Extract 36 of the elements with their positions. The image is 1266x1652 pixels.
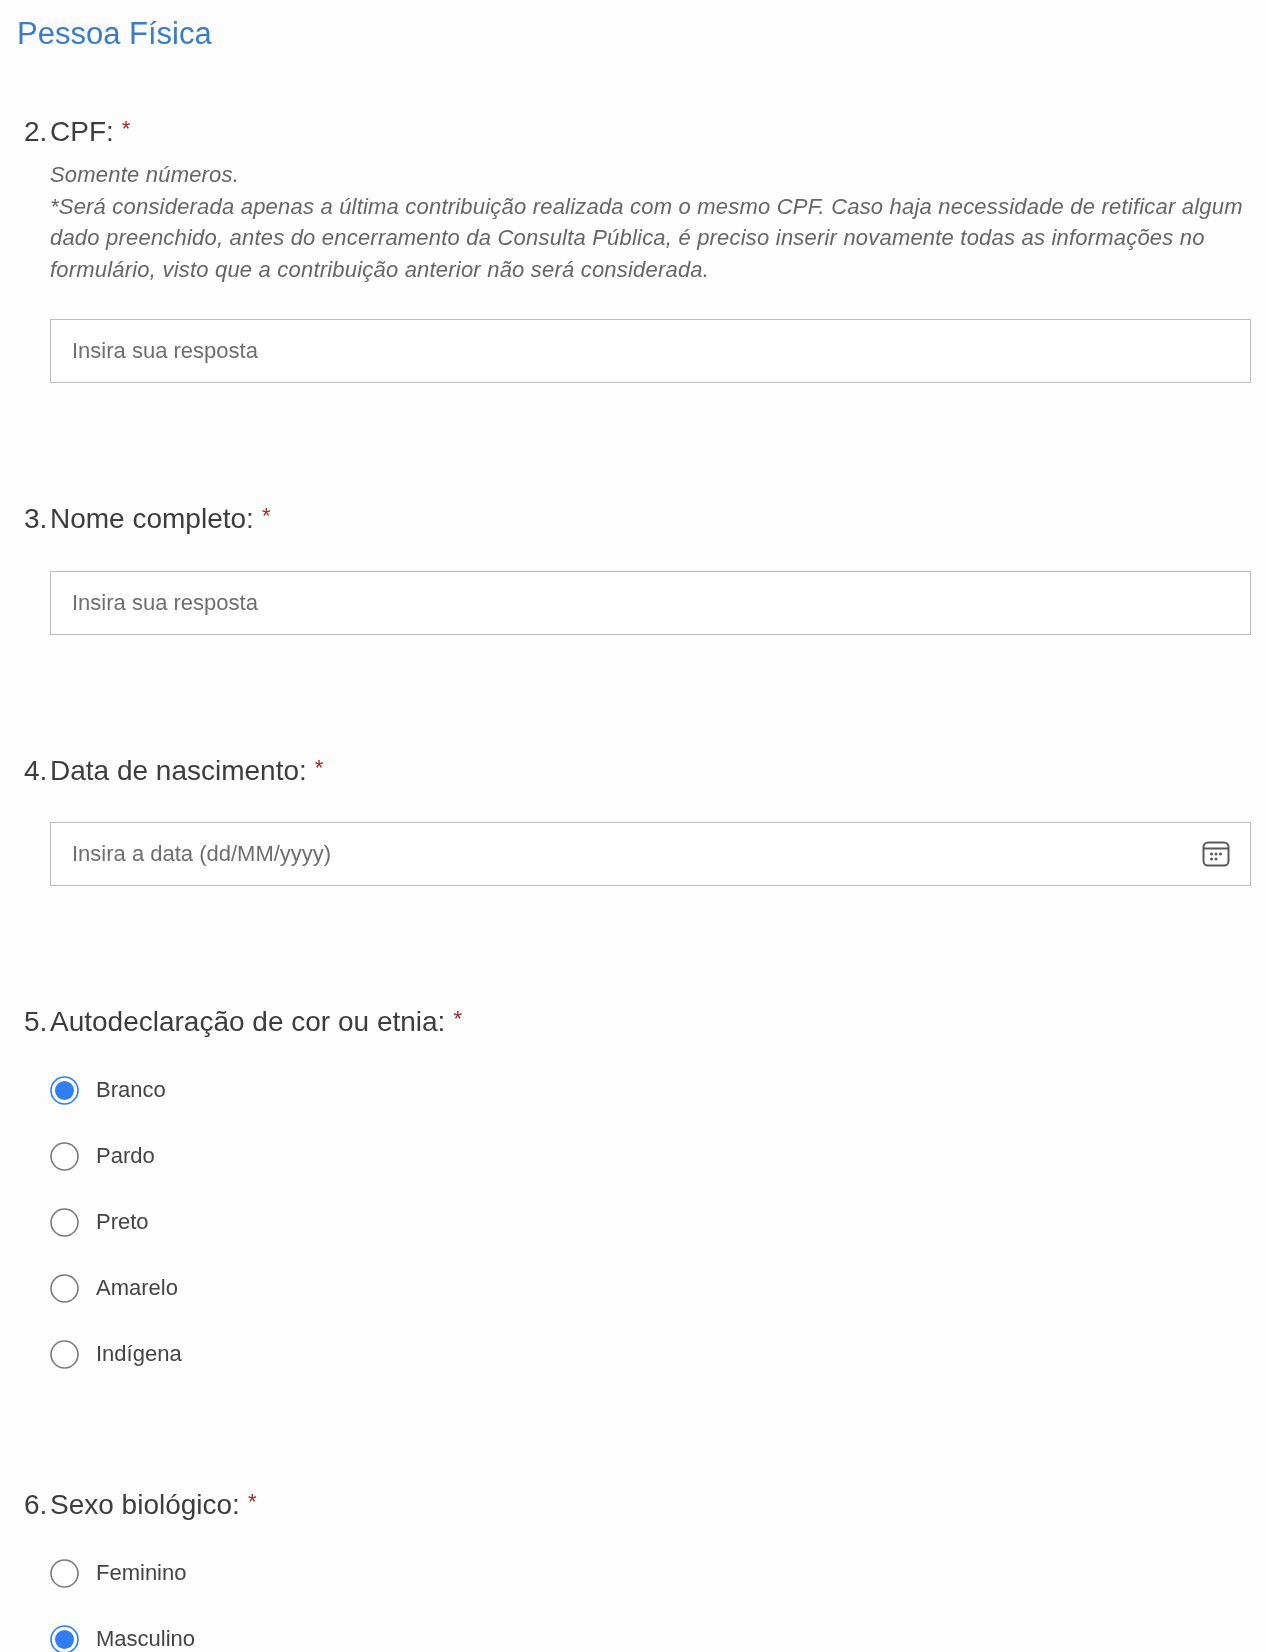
question-title: Data de nascimento:	[50, 754, 307, 788]
question-title: Autodeclaração de cor ou etnia:	[50, 1005, 446, 1039]
calendar-icon[interactable]	[1202, 840, 1230, 868]
radio-icon[interactable]	[50, 1624, 79, 1652]
radio-icon[interactable]	[50, 1558, 79, 1588]
date-field[interactable]: Insira a data (dd/MM/yyyy)	[50, 822, 1251, 886]
question-title: Nome completo:	[50, 502, 254, 536]
required-asterisk: *	[453, 1005, 462, 1033]
question-title: CPF:	[50, 115, 114, 149]
question-description: Somente números.	[50, 161, 241, 189]
required-asterisk: *	[247, 1488, 257, 1516]
section-title: Pessoa Física	[17, 15, 212, 53]
question-number: 2.	[24, 115, 49, 149]
question-number: 3.	[24, 502, 49, 536]
question-number: 4.	[24, 754, 49, 788]
required-asterisk: *	[314, 754, 324, 782]
radio-option[interactable]: Preto	[50, 1207, 149, 1237]
question-number: 5.	[24, 1005, 49, 1039]
radio-icon[interactable]	[50, 1207, 79, 1237]
radio-option[interactable]: Masculino	[50, 1624, 196, 1652]
required-asterisk: *	[261, 502, 271, 530]
radio-option[interactable]: Pardo	[50, 1141, 155, 1171]
radio-option[interactable]: Indígena	[50, 1339, 182, 1369]
radio-icon[interactable]	[50, 1075, 79, 1105]
radio-option[interactable]: Feminino	[50, 1558, 187, 1588]
radio-option[interactable]: Branco	[50, 1075, 166, 1105]
question-title: Sexo biológico:	[50, 1488, 240, 1522]
required-asterisk: *	[121, 115, 131, 143]
radio-icon[interactable]	[50, 1141, 79, 1171]
answer-field[interactable]: Insira sua resposta	[50, 571, 1251, 635]
radio-icon[interactable]	[50, 1339, 79, 1369]
answer-field[interactable]: Insira sua resposta	[50, 319, 1251, 383]
radio-option[interactable]: Amarelo	[50, 1273, 178, 1303]
question-number: 6.	[24, 1488, 49, 1522]
question-description: *Será considerada apenas a última contribuição realizada com o mesmo CPF. Caso haja necessidade de retificar algum dado preenchido, antes do encerramento da Consulta Pública, é preciso inserir novamente todas as informações no formulário, visto que a contribuição anterior não será considerada.	[50, 192, 1244, 284]
radio-icon[interactable]	[50, 1273, 79, 1303]
